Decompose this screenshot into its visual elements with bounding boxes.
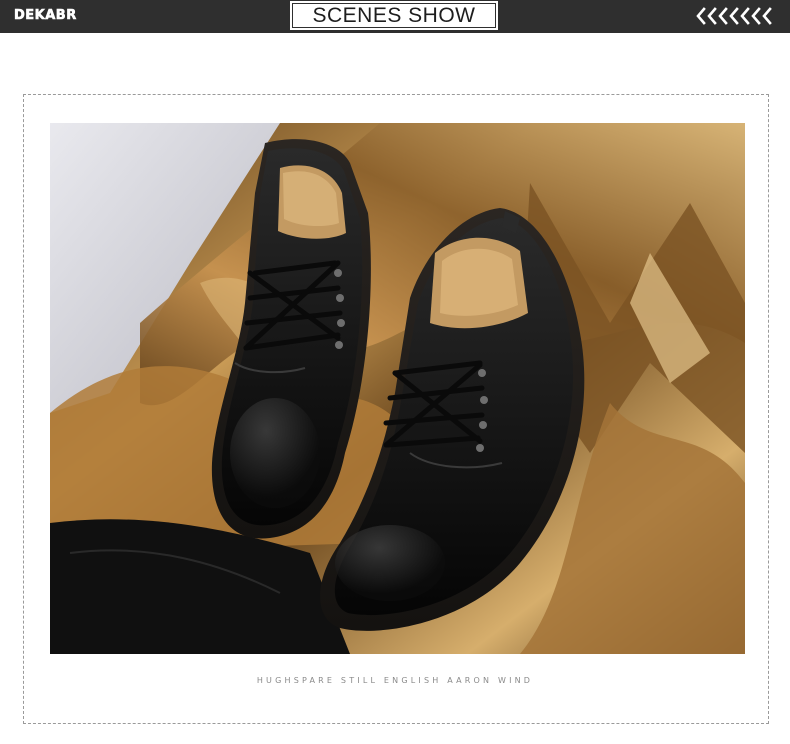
product-photo-illustration <box>50 123 745 654</box>
section-title: SCENES SHOW <box>312 3 476 27</box>
photo-caption: HUGHSPARE STILL ENGLISH AARON WIND <box>256 676 534 685</box>
brand-logo-text: DEKABR <box>14 8 77 24</box>
product-photo <box>50 123 745 654</box>
section-title-box: SCENES SHOW <box>289 0 499 31</box>
double-left-chevrons-icon <box>696 7 772 25</box>
top-banner: DEKABR SCENES SHOW <box>0 0 790 33</box>
brand-logo: DEKABR <box>14 8 77 24</box>
